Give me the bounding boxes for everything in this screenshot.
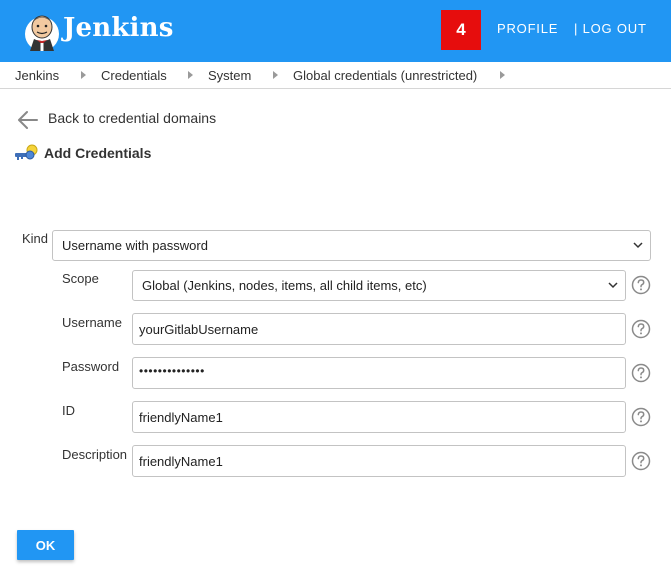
kind-select[interactable]: Username with password	[52, 230, 651, 261]
description-label: Description	[62, 447, 128, 462]
help-icon[interactable]	[631, 451, 651, 471]
brand-name[interactable]: Jenkins	[63, 13, 174, 43]
back-arrow-icon[interactable]	[16, 108, 40, 132]
kind-select-value: Username with password	[62, 238, 208, 253]
breadcrumb-chevron-icon[interactable]	[500, 71, 505, 79]
help-icon[interactable]	[631, 275, 651, 295]
header-bar: Jenkins 4 PROFILE | LOG OUT	[0, 0, 671, 62]
username-label: Username	[62, 315, 122, 330]
notification-badge[interactable]: 4	[441, 10, 481, 50]
scope-select-value: Global (Jenkins, nodes, items, all child…	[142, 278, 427, 293]
id-input[interactable]: friendlyName1	[132, 401, 626, 433]
chevron-down-icon	[608, 282, 618, 289]
breadcrumb-item-global-credentials[interactable]: Global credentials (unrestricted)	[293, 68, 477, 83]
breadcrumb-chevron-icon[interactable]	[273, 71, 278, 79]
password-input[interactable]: ••••••••••••••	[132, 357, 626, 389]
description-input[interactable]: friendlyName1	[132, 445, 626, 477]
page-title: Add Credentials	[44, 145, 152, 161]
username-input[interactable]: yourGitlabUsername	[132, 313, 626, 345]
password-label: Password	[62, 359, 120, 374]
help-icon[interactable]	[631, 407, 651, 427]
id-label: ID	[62, 403, 75, 418]
breadcrumb-item-system[interactable]: System	[208, 68, 251, 83]
jenkins-logo-icon[interactable]	[22, 10, 62, 52]
help-icon[interactable]	[631, 319, 651, 339]
back-to-credential-domains-link[interactable]: Back to credential domains	[48, 110, 216, 126]
logout-link[interactable]: | LOG OUT	[574, 21, 647, 36]
kind-label: Kind	[22, 231, 49, 246]
help-icon[interactable]	[631, 363, 651, 383]
key-icon	[15, 144, 38, 160]
profile-link[interactable]: PROFILE	[497, 21, 558, 36]
breadcrumb-chevron-icon[interactable]	[188, 71, 193, 79]
scope-select[interactable]: Global (Jenkins, nodes, items, all child…	[132, 270, 626, 301]
breadcrumb: Jenkins Credentials System Global creden…	[0, 62, 671, 89]
breadcrumb-chevron-icon[interactable]	[81, 71, 86, 79]
breadcrumb-item-jenkins[interactable]: Jenkins	[15, 68, 59, 83]
scope-label: Scope	[62, 271, 99, 286]
breadcrumb-item-credentials[interactable]: Credentials	[101, 68, 167, 83]
ok-button[interactable]: OK	[17, 530, 74, 560]
chevron-down-icon	[633, 242, 643, 249]
